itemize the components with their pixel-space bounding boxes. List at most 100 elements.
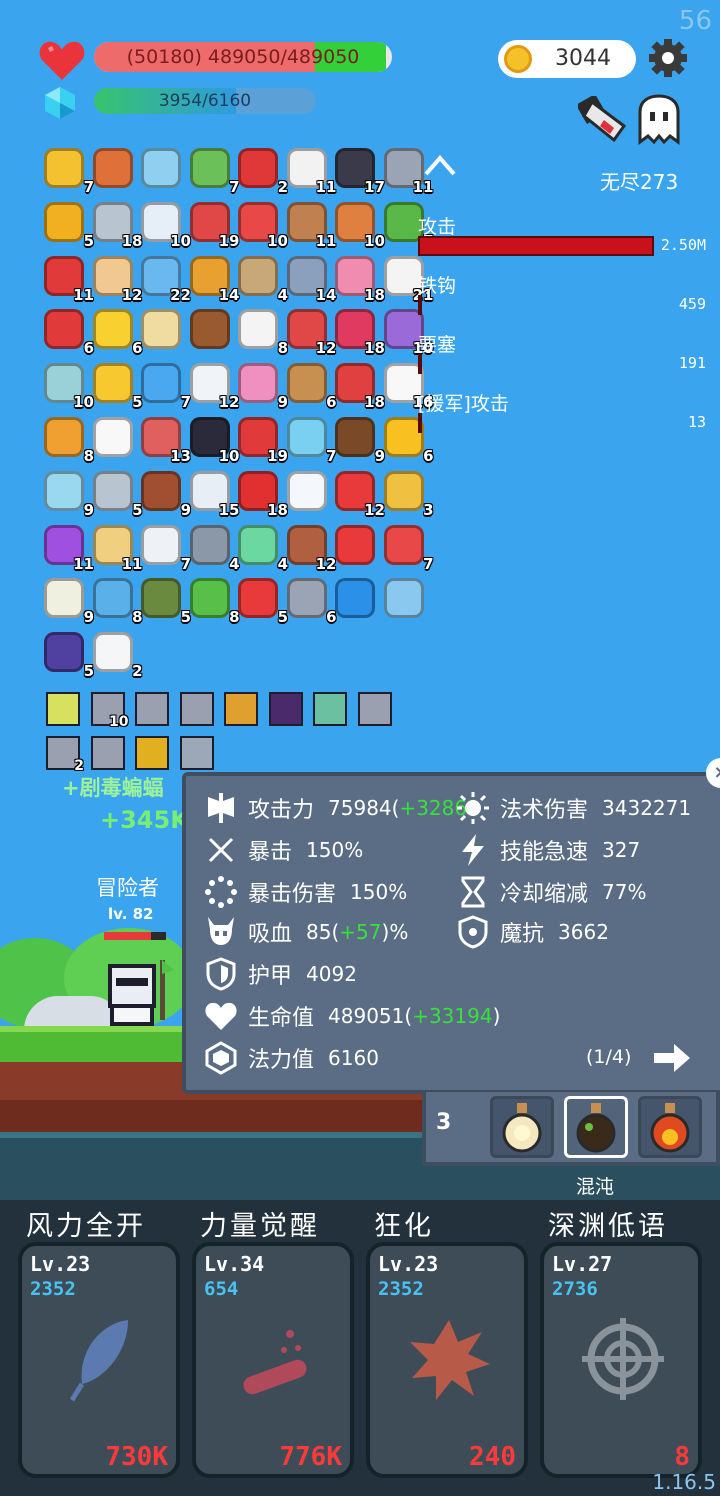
jam-jar-icon[interactable]: 18 (333, 307, 385, 357)
checklist-icon[interactable]: 15 (188, 469, 240, 519)
pill-icon[interactable]: 7 (382, 523, 434, 573)
diamond-ring-icon[interactable]: 3 (382, 469, 434, 519)
note-pencil-icon[interactable]: 11 (91, 523, 143, 573)
crown-icon[interactable]: 7 (42, 146, 94, 196)
bat-icon[interactable]: 17 (333, 146, 385, 196)
arch-equip-icon[interactable] (313, 692, 347, 726)
scroll-icon[interactable]: 8 (42, 415, 94, 465)
shield-icon[interactable]: 14 (285, 254, 337, 304)
sword-icon[interactable]: 18 (91, 200, 143, 250)
chat-dots-icon[interactable]: 2 (91, 630, 143, 680)
striped-equip-icon[interactable]: 2 (46, 736, 84, 774)
book-icon[interactable]: 14 (188, 254, 240, 304)
cauldron-icon[interactable]: 10 (188, 415, 240, 465)
blue-scroll-icon[interactable]: 8 (91, 576, 143, 626)
lightbulb-icon[interactable]: 9 (42, 576, 94, 626)
dice-icon[interactable]: 8 (236, 307, 288, 357)
envelope-icon[interactable]: 7 (139, 523, 191, 573)
dice-icon-shape (238, 309, 278, 350)
bulb-equip-icon[interactable] (46, 692, 80, 726)
knight-sprite[interactable] (100, 960, 182, 1030)
coin-stack-icon[interactable]: 5 (42, 200, 94, 250)
lime-icon[interactable]: 8 (188, 576, 240, 626)
striped-equip-icon[interactable] (90, 736, 125, 770)
coconut-icon[interactable]: 9 (333, 415, 385, 465)
hook-icon[interactable]: 5 (91, 469, 143, 519)
alien-icon[interactable]: 4 (236, 523, 288, 573)
chaos-potion[interactable] (564, 1096, 628, 1158)
mushroom-icon[interactable]: 11 (42, 254, 94, 304)
crystal-ball-icon[interactable]: 11 (42, 523, 94, 573)
thermometer-icon[interactable]: 18 (333, 361, 385, 411)
heart-icon[interactable]: 5 (236, 576, 288, 626)
wing-icon[interactable] (285, 469, 331, 515)
cloud-icon[interactable]: 12 (188, 361, 240, 411)
striped-equip-icon[interactable]: 10 (90, 692, 129, 730)
police-hat-icon[interactable]: 5 (42, 630, 94, 680)
gear-icon[interactable] (648, 38, 688, 78)
grenade-icon[interactable]: 5 (139, 576, 191, 626)
skill-card[interactable]: Lv.27 2736 8 (540, 1242, 702, 1478)
magnifier-icon[interactable] (139, 146, 185, 192)
magic-wand-icon[interactable]: 5 (91, 361, 143, 411)
torch-icon[interactable] (91, 146, 137, 192)
eraser-icon[interactable]: 10 (139, 200, 191, 250)
twin-hearts-icon[interactable] (333, 523, 379, 569)
red-shield-icon[interactable]: 12 (285, 307, 337, 357)
steak-icon[interactable]: 13 (139, 415, 191, 465)
star-card-icon[interactable]: 22 (139, 254, 191, 304)
sun-icon[interactable]: 6 (91, 307, 143, 357)
helmet-equip-icon[interactable] (224, 692, 258, 726)
striped-equip-icon[interactable] (135, 692, 169, 726)
strawberry-icon[interactable]: 12 (333, 469, 385, 519)
fire-potion[interactable] (638, 1096, 702, 1158)
damage-source-label: 要塞 (418, 334, 457, 356)
money-heart-icon[interactable]: 7 (188, 146, 240, 196)
elephant-icon[interactable]: 11 (382, 146, 434, 196)
noose-icon[interactable]: 4 (236, 254, 288, 304)
donut-icon[interactable]: 11 (285, 200, 337, 250)
skill-card[interactable]: Lv.23 2352 730K (18, 1242, 180, 1478)
floating-text-item: +剧毒蝙蝠 (62, 776, 164, 800)
skill-card[interactable]: Lv.23 2352 240 (366, 1242, 528, 1478)
skill-card[interactable]: Lv.34 654 776K (192, 1242, 354, 1478)
fist-icon[interactable]: 12 (91, 254, 143, 304)
striped-equip-icon[interactable] (357, 692, 392, 726)
playing-card-icon[interactable]: 11 (285, 146, 337, 196)
magnet-icon[interactable]: 2 (236, 146, 288, 196)
door-icon[interactable]: 12 (285, 523, 337, 573)
halo-icon[interactable]: 9 (42, 469, 94, 519)
chevron-up-icon[interactable] (422, 150, 458, 180)
ghost-icon[interactable] (91, 415, 137, 461)
shield-equip-icon[interactable] (179, 736, 214, 770)
crown-equip-icon[interactable] (135, 736, 169, 770)
speech-bubble-icon-shape (141, 363, 181, 404)
ring-target-icon[interactable]: 10 (42, 361, 94, 411)
crossbow-icon[interactable]: 6 (285, 361, 337, 411)
spray-bottle-icon[interactable]: 9 (236, 361, 288, 411)
cleaver-icon[interactable] (578, 96, 634, 146)
cake-icon[interactable]: 9 (139, 469, 191, 519)
treasure-chest-icon[interactable] (188, 307, 234, 353)
halo-icon-shape (44, 470, 84, 511)
potion-flask-icon[interactable]: 7 (285, 415, 337, 465)
bookmark-icon[interactable]: 6 (42, 307, 94, 357)
treasure-map-icon[interactable] (139, 307, 185, 353)
compass-icon[interactable]: 4 (188, 523, 240, 573)
ice-cream-icon[interactable]: 18 (333, 254, 385, 304)
meteor-icon[interactable]: 10 (333, 200, 385, 250)
stat-label: 攻击力 (248, 798, 315, 823)
arrow-right-icon[interactable] (652, 1042, 692, 1074)
dark-orb-equip-icon[interactable] (268, 692, 303, 726)
crosshair-icon[interactable] (382, 576, 428, 622)
apple-icon[interactable]: 18 (236, 469, 288, 519)
speech-bubble-icon[interactable]: 7 (139, 361, 191, 411)
spiked-ball-icon-shape (286, 578, 327, 619)
striped-equip-icon[interactable] (179, 692, 214, 726)
gift-box-icon[interactable]: 10 (236, 200, 288, 250)
light-potion[interactable] (490, 1096, 554, 1158)
sapphire-icon[interactable] (333, 576, 379, 622)
watermelon-icon[interactable]: 19 (188, 200, 240, 250)
spiked-ball-icon[interactable]: 6 (285, 576, 337, 626)
sock-icon[interactable]: 19 (236, 415, 288, 465)
